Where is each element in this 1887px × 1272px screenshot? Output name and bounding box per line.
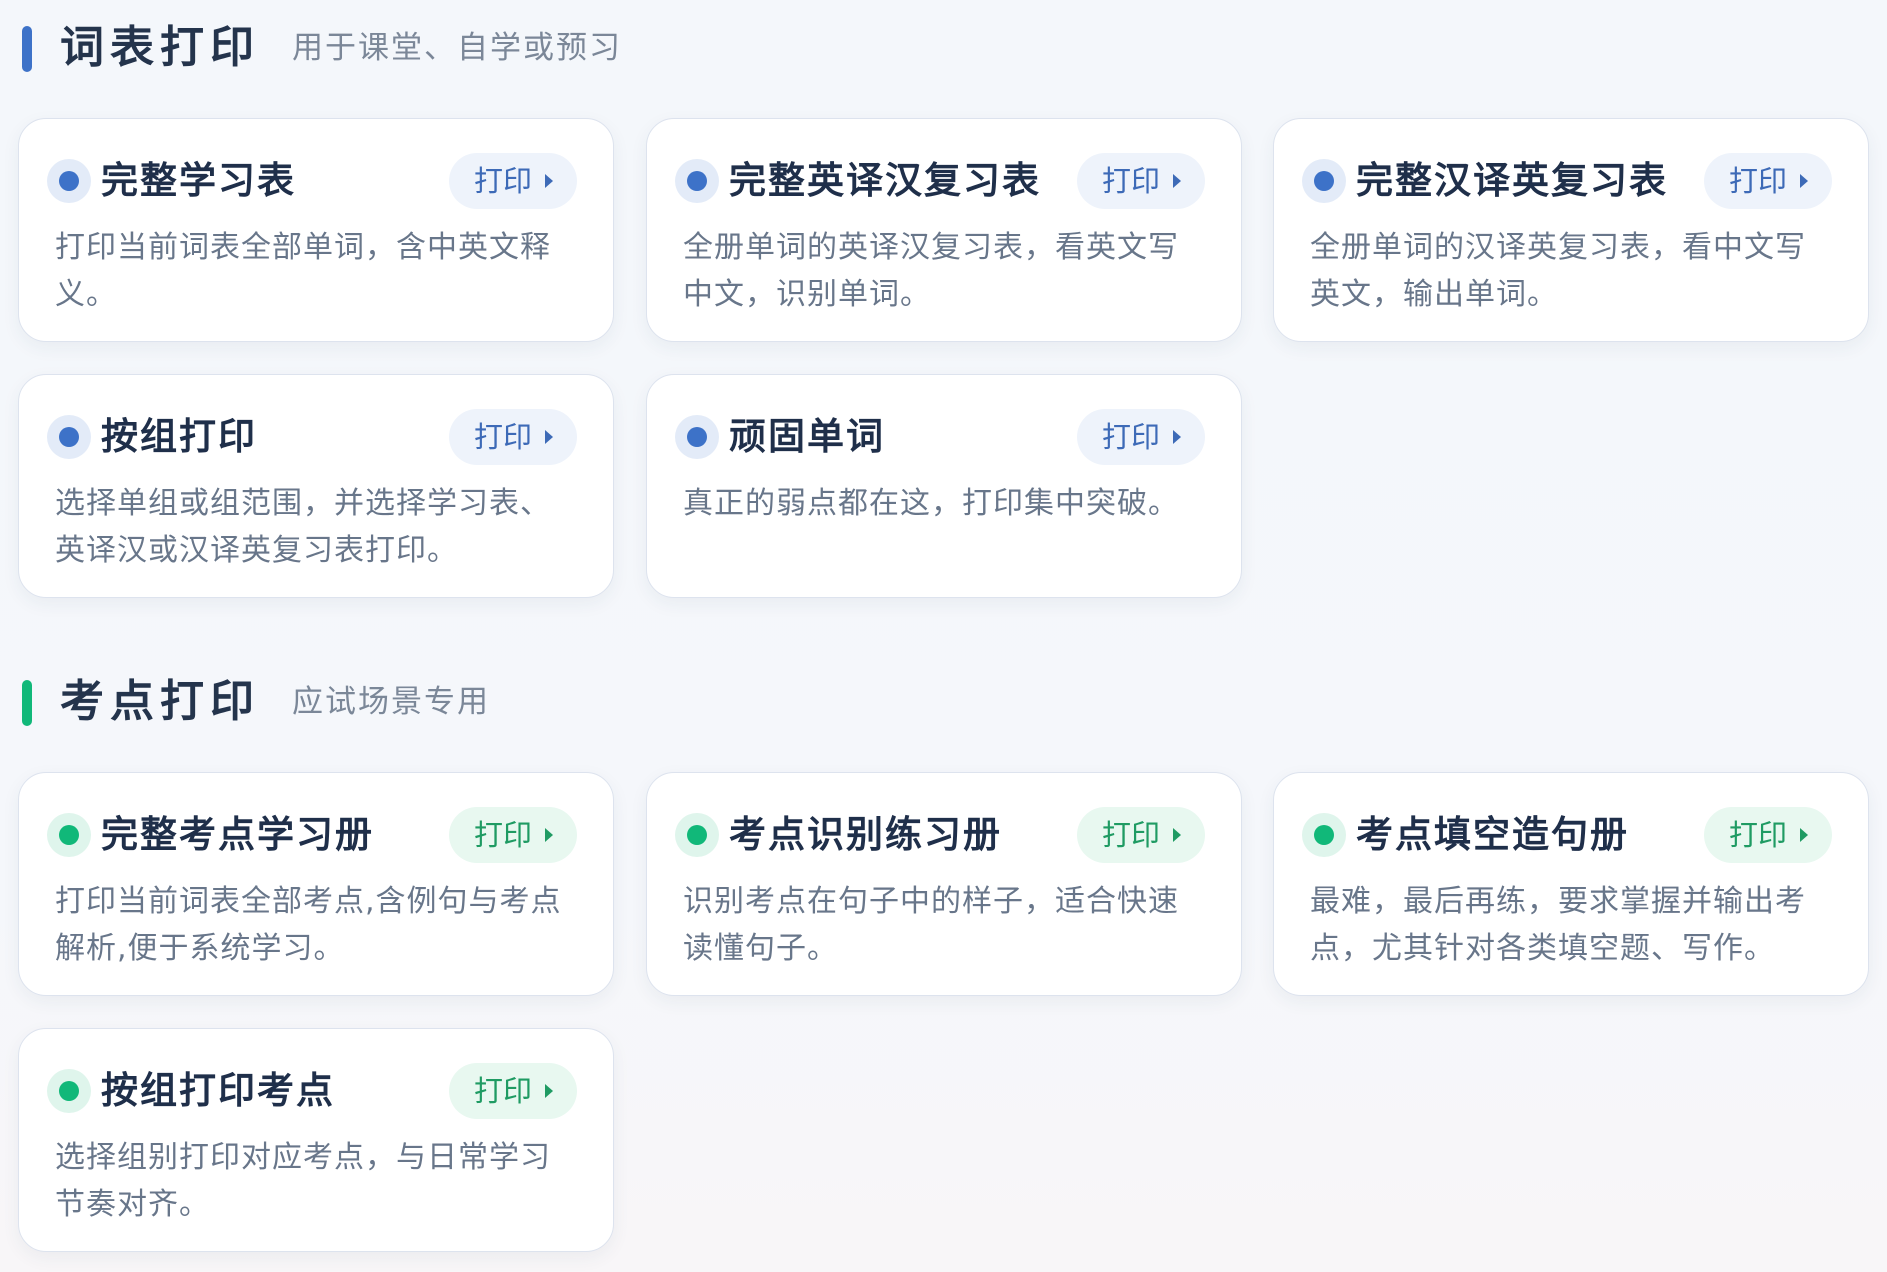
card-description: 真正的弱点都在这，打印集中突破。 <box>683 486 1179 521</box>
print-button[interactable]: 打印 <box>1704 153 1832 209</box>
card-title: 顽固单词 <box>729 415 885 458</box>
card-exam-point-fill-sentence-book[interactable]: 考点填空造句册 打印 最难，最后再练，要求掌握并输出考点，尤其针对各类填空题、写… <box>1273 772 1869 996</box>
card-exam-point-recognition-book[interactable]: 考点识别练习册 打印 识别考点在句子中的样子，适合快速读懂句子。 <box>646 772 1242 996</box>
play-arrow-icon <box>1173 174 1181 188</box>
play-arrow-icon <box>1173 430 1181 444</box>
play-arrow-icon <box>545 430 553 444</box>
card-title: 考点识别练习册 <box>729 813 1002 856</box>
section-accent-bar <box>22 26 32 72</box>
play-arrow-icon <box>1800 174 1808 188</box>
card-title: 按组打印 <box>101 415 257 458</box>
print-button[interactable]: 打印 <box>449 1063 577 1119</box>
card-description: 打印当前词表全部考点,含例句与考点解析,便于系统学习。 <box>55 884 562 966</box>
section-title: 考点打印 <box>60 676 260 727</box>
green-dot-icon <box>47 1069 91 1113</box>
section-subtitle: 应试场景专用 <box>292 684 490 720</box>
card-full-study-sheet[interactable]: 完整学习表 打印 打印当前词表全部单词，含中英文释义。 <box>18 118 614 342</box>
play-arrow-icon <box>1173 828 1181 842</box>
blue-dot-icon <box>675 415 719 459</box>
print-button[interactable]: 打印 <box>1077 153 1205 209</box>
blue-dot-icon <box>47 159 91 203</box>
card-description: 最难，最后再练，要求掌握并输出考点，尤其针对各类填空题、写作。 <box>1310 884 1806 966</box>
print-button[interactable]: 打印 <box>449 153 577 209</box>
print-button[interactable]: 打印 <box>1077 409 1205 465</box>
card-title: 考点填空造句册 <box>1356 813 1629 856</box>
card-title: 完整学习表 <box>101 159 296 202</box>
green-dot-icon <box>1302 813 1346 857</box>
section-header: 词表打印 用于课堂、自学或预习 <box>0 0 1887 100</box>
card-title: 完整汉译英复习表 <box>1356 159 1668 202</box>
card-full-exam-point-book[interactable]: 完整考点学习册 打印 打印当前词表全部考点,含例句与考点解析,便于系统学习。 <box>18 772 614 996</box>
print-button[interactable]: 打印 <box>449 807 577 863</box>
play-arrow-icon <box>545 174 553 188</box>
section-subtitle: 用于课堂、自学或预习 <box>292 30 622 66</box>
print-button-label: 打印 <box>474 420 533 454</box>
card-title: 完整考点学习册 <box>101 813 374 856</box>
green-dot-icon <box>47 813 91 857</box>
print-button-label: 打印 <box>474 1074 533 1108</box>
card-en-cn-review-sheet[interactable]: 完整英译汉复习表 打印 全册单词的英译汉复习表，看英文写中文，识别单词。 <box>646 118 1242 342</box>
print-button-label: 打印 <box>1102 164 1161 198</box>
play-arrow-icon <box>1800 828 1808 842</box>
card-print-by-group[interactable]: 按组打印 打印 选择单组或组范围，并选择学习表、英译汉或汉译英复习表打印。 <box>18 374 614 598</box>
play-arrow-icon <box>545 828 553 842</box>
card-description: 打印当前词表全部单词，含中英文释义。 <box>55 230 551 312</box>
section-title: 词表打印 <box>60 22 260 73</box>
card-description: 选择单组或组范围，并选择学习表、英译汉或汉译英复习表打印。 <box>55 486 551 568</box>
print-button-label: 打印 <box>1102 818 1161 852</box>
print-button-label: 打印 <box>1729 164 1788 198</box>
card-title: 完整英译汉复习表 <box>729 159 1041 202</box>
print-button-label: 打印 <box>1102 420 1161 454</box>
print-button-label: 打印 <box>1729 818 1788 852</box>
card-cn-en-review-sheet[interactable]: 完整汉译英复习表 打印 全册单词的汉译英复习表，看中文写英文，输出单词。 <box>1273 118 1869 342</box>
card-title: 按组打印考点 <box>101 1069 335 1112</box>
section-accent-bar <box>22 680 32 726</box>
print-button-label: 打印 <box>474 818 533 852</box>
card-stubborn-words[interactable]: 顽固单词 打印 真正的弱点都在这，打印集中突破。 <box>646 374 1242 598</box>
card-description: 识别考点在句子中的样子，适合快速读懂句子。 <box>683 884 1179 966</box>
card-description: 全册单词的汉译英复习表，看中文写英文，输出单词。 <box>1310 230 1806 312</box>
print-button[interactable]: 打印 <box>449 409 577 465</box>
print-button[interactable]: 打印 <box>1077 807 1205 863</box>
print-button[interactable]: 打印 <box>1704 807 1832 863</box>
card-print-exam-points-by-group[interactable]: 按组打印考点 打印 选择组别打印对应考点，与日常学习节奏对齐。 <box>18 1028 614 1252</box>
blue-dot-icon <box>675 159 719 203</box>
blue-dot-icon <box>1302 159 1346 203</box>
card-description: 选择组别打印对应考点，与日常学习节奏对齐。 <box>55 1140 551 1222</box>
section-header: 考点打印 应试场景专用 <box>0 654 1887 754</box>
green-dot-icon <box>675 813 719 857</box>
print-button-label: 打印 <box>474 164 533 198</box>
play-arrow-icon <box>545 1084 553 1098</box>
card-description: 全册单词的英译汉复习表，看英文写中文，识别单词。 <box>683 230 1179 312</box>
blue-dot-icon <box>47 415 91 459</box>
